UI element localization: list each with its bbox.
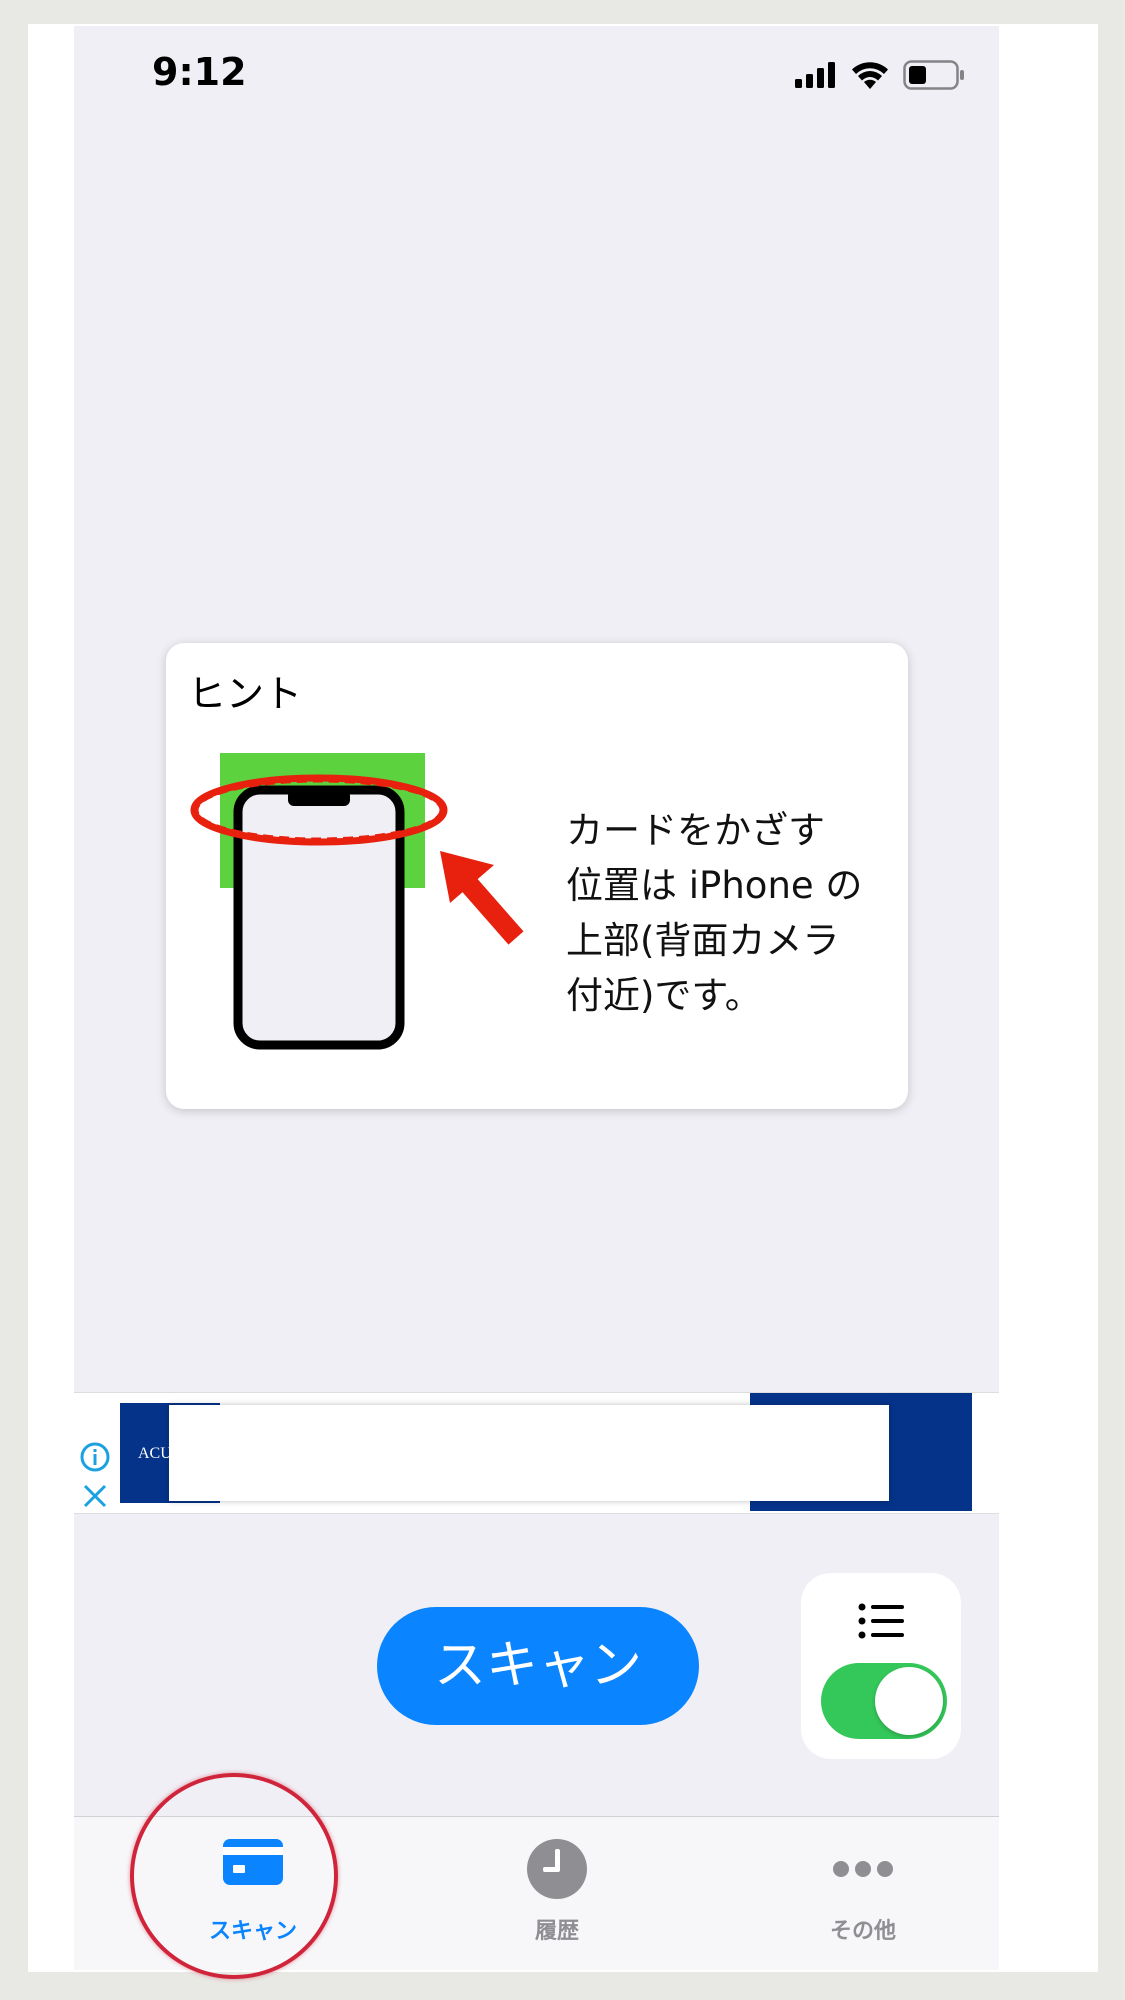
ad-close-icon[interactable] (82, 1483, 108, 1509)
battery-icon (903, 60, 964, 90)
tab-other-label: その他 (829, 1919, 896, 1944)
ad-image-center[interactable] (169, 1405, 889, 1501)
hint-title: ヒント (188, 672, 303, 716)
ad-banner[interactable]: ACU (74, 1392, 999, 1514)
list-toggle-panel (801, 1573, 961, 1759)
tab-history[interactable]: 履歴 (457, 1817, 657, 1970)
phone-card-illustration-icon (190, 753, 524, 1050)
tab-other[interactable]: その他 (763, 1817, 963, 1970)
phone-screen: 9:12 ヒント カードをかざす 位置は iPhone の 上部(背面カメラ 付… (74, 26, 999, 1970)
scan-button[interactable]: スキャン (377, 1607, 699, 1725)
clock-icon (527, 1839, 587, 1899)
wifi-icon (852, 62, 888, 89)
status-icons (795, 60, 965, 90)
status-bar: 9:12 (74, 26, 999, 126)
list-mode-toggle[interactable] (821, 1663, 947, 1739)
tab-history-label: 履歴 (534, 1919, 579, 1944)
hint-card: ヒント カードをかざす 位置は iPhone の 上部(背面カメラ 付近)です。 (166, 643, 908, 1109)
more-icon (833, 1861, 893, 1877)
list-icon (858, 1603, 904, 1639)
ad-info-icon[interactable] (79, 1441, 111, 1473)
status-time: 9:12 (152, 50, 247, 94)
cellular-signal-icon (795, 62, 835, 88)
ad-brand-text: ACU (138, 1445, 172, 1462)
toggle-knob (875, 1667, 943, 1735)
hint-message: カードをかざす 位置は iPhone の 上部(背面カメラ 付近)です。 (566, 809, 863, 1017)
highlight-circle-annotation (130, 1773, 338, 1979)
